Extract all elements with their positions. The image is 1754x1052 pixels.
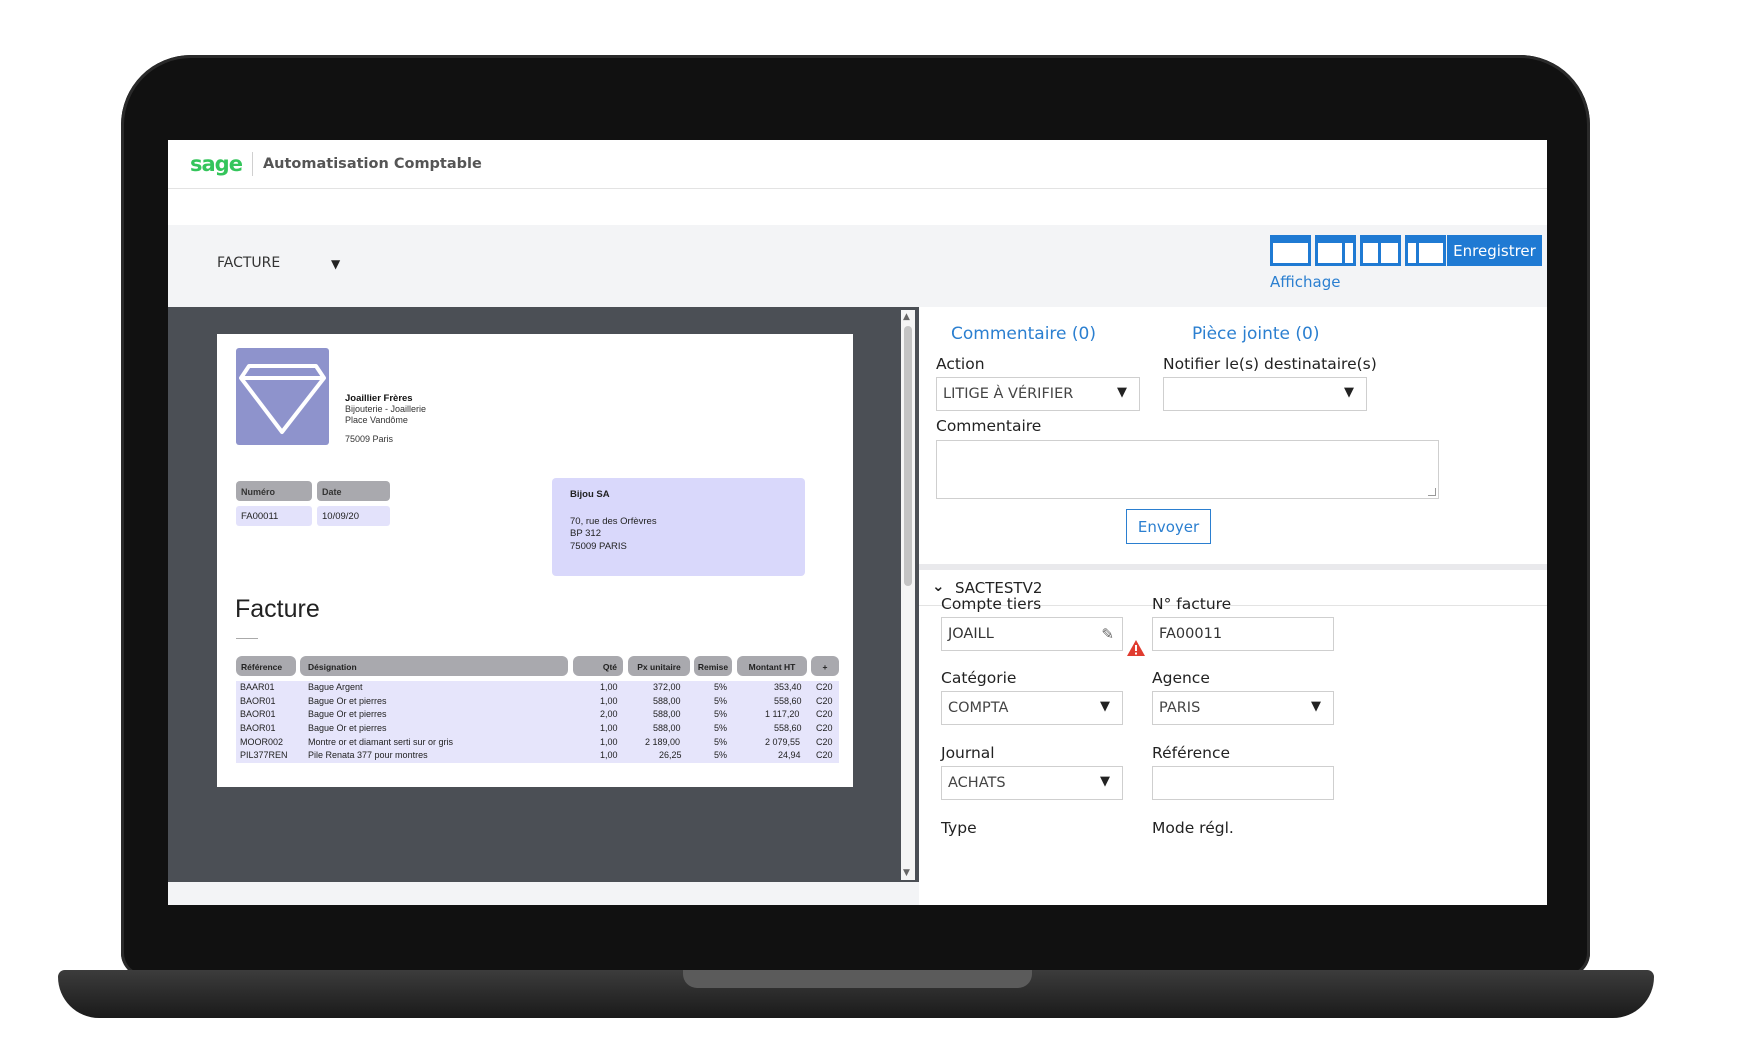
comment-textarea[interactable] <box>936 440 1439 499</box>
numero-value: FA00011 <box>236 506 312 526</box>
table-row: BAOR01 Bague Or et pierres 1,00 588,00 5… <box>236 694 839 709</box>
caret-down-icon: ▼ <box>1100 699 1110 714</box>
invoice-number-input[interactable]: FA00011 <box>1152 617 1334 651</box>
layout-right-pane-icon[interactable] <box>1315 235 1356 266</box>
client-name: Bijou SA <box>570 489 610 500</box>
app-screen: sage Automatisation Comptable FACTURE ▼ <box>168 140 1547 905</box>
payment-mode-label: Mode régl. <box>1152 819 1234 837</box>
scroll-down-icon[interactable]: ▼ <box>903 868 910 878</box>
laptop-notch <box>683 970 1032 988</box>
layout-split-icon[interactable] <box>1360 235 1401 266</box>
layout-buttons <box>1270 235 1446 266</box>
table-row: PIL377REN Pile Renata 377 pour montres 1… <box>236 749 839 764</box>
col-add: + <box>811 656 839 676</box>
col-quantity: Qté <box>573 656 623 676</box>
invoice-number-label: N° facture <box>1152 595 1232 613</box>
comment-label: Commentaire <box>936 417 1042 435</box>
agence-value: PARIS <box>1159 700 1201 716</box>
document-type-select[interactable]: FACTURE <box>217 255 280 271</box>
issuer-name: Joaillier Frères <box>345 393 413 404</box>
col-unit-price: Px unitaire <box>628 656 690 676</box>
resize-grip-icon[interactable] <box>1428 488 1436 496</box>
caret-down-icon: ▼ <box>1100 774 1110 789</box>
client-line-3: 75009 PARIS <box>570 540 627 552</box>
right-panel: Commentaire (0) Pièce jointe (0) Action … <box>919 307 1547 905</box>
caret-down-icon: ▼ <box>1117 385 1127 400</box>
type-label: Type <box>941 819 977 837</box>
journal-select[interactable]: ACHATS ▼ <box>941 766 1123 800</box>
journal-value: ACHATS <box>948 775 1006 791</box>
toolbar: FACTURE ▼ Enregistrer Affichage <box>168 225 1547 307</box>
layout-left-pane-icon[interactable] <box>1405 235 1446 266</box>
warning-icon <box>1127 640 1145 656</box>
client-address: Bijou SA 70, rue des Orfèvres BP 312 750… <box>552 478 805 576</box>
action-label: Action <box>936 355 985 373</box>
scroll-thumb[interactable] <box>904 326 912 586</box>
agence-select[interactable]: PARIS ▼ <box>1152 691 1334 725</box>
viewer-scrollbar[interactable]: ▲ ▼ <box>901 310 915 880</box>
reference-label: Référence <box>1152 744 1231 762</box>
pencil-icon[interactable]: ✎ <box>1101 625 1114 643</box>
action-value: LITIGE À VÉRIFIER <box>943 386 1074 402</box>
top-bar: sage Automatisation Comptable <box>168 140 1547 189</box>
chevron-down-icon[interactable]: ⌄ <box>932 577 945 595</box>
action-select[interactable]: LITIGE À VÉRIFIER ▼ <box>936 377 1140 411</box>
reference-input[interactable] <box>1152 766 1334 800</box>
col-discount: Remise <box>694 656 732 676</box>
date-label: Date <box>317 481 390 501</box>
table-row: BAOR01 Bague Or et pierres 1,00 588,00 5… <box>236 722 839 736</box>
categorie-value: COMPTA <box>948 700 1009 716</box>
invoice-lines: BAAR01 Bague Argent 1,00 372,00 5% 353,4… <box>236 681 839 764</box>
logo-separator <box>251 152 253 176</box>
table-row: BAOR01 Bague Or et pierres 2,00 588,00 5… <box>236 708 839 723</box>
scroll-up-icon[interactable]: ▲ <box>903 312 910 322</box>
layout-full-icon[interactable] <box>1270 235 1311 266</box>
table-row: BAAR01 Bague Argent 1,00 372,00 5% 353,4… <box>236 681 839 695</box>
send-button[interactable]: Envoyer <box>1126 509 1211 544</box>
notify-select[interactable]: ▼ <box>1163 377 1367 411</box>
client-line-2: BP 312 <box>570 528 601 539</box>
notify-label: Notifier le(s) destinataire(s) <box>1163 355 1377 373</box>
date-value: 10/09/20 <box>317 506 390 526</box>
client-line-1: 70, rue des Orfèvres <box>570 515 657 527</box>
diamond-logo-icon <box>236 348 329 445</box>
issuer-line-2: Place Vandôme <box>345 415 408 425</box>
col-reference: Référence <box>236 656 296 676</box>
display-link[interactable]: Affichage <box>1270 273 1340 291</box>
issuer-city: 75009 Paris <box>345 434 394 444</box>
compte-tiers-label: Compte tiers <box>941 595 1042 613</box>
categorie-label: Catégorie <box>941 669 1017 687</box>
col-designation: Désignation <box>300 656 568 676</box>
invoice-number-value: FA00011 <box>1159 626 1223 642</box>
sage-logo[interactable]: sage <box>190 152 243 176</box>
compte-tiers-value: JOAILL <box>948 626 994 642</box>
caret-down-icon[interactable]: ▼ <box>331 257 340 271</box>
compte-tiers-input[interactable]: JOAILL ✎ <box>941 617 1123 651</box>
attachment-tab[interactable]: Pièce jointe (0) <box>1192 324 1320 344</box>
categorie-select[interactable]: COMPTA ▼ <box>941 691 1123 725</box>
comment-tab[interactable]: Commentaire (0) <box>951 324 1096 344</box>
table-row: MOOR002 Montre or et diamant serti sur o… <box>236 735 839 750</box>
app-title: Automatisation Comptable <box>262 156 482 172</box>
invoice-title: Facture <box>235 595 320 623</box>
journal-label: Journal <box>941 744 995 762</box>
col-amount: Montant HT <box>737 656 807 676</box>
save-button[interactable]: Enregistrer <box>1447 235 1542 266</box>
viewer-footer <box>168 882 919 905</box>
caret-down-icon: ▼ <box>1344 385 1354 400</box>
caret-down-icon: ▼ <box>1311 699 1321 714</box>
agence-label: Agence <box>1152 669 1210 687</box>
issuer-address: Joaillier Frères Bijouterie - Joaillerie… <box>345 393 426 445</box>
invoice-page: Joaillier Frères Bijouterie - Joaillerie… <box>217 334 853 787</box>
issuer-line-1: Bijouterie - Joaillerie <box>345 404 427 414</box>
numero-label: Numéro <box>236 481 312 501</box>
title-rule <box>236 638 258 639</box>
